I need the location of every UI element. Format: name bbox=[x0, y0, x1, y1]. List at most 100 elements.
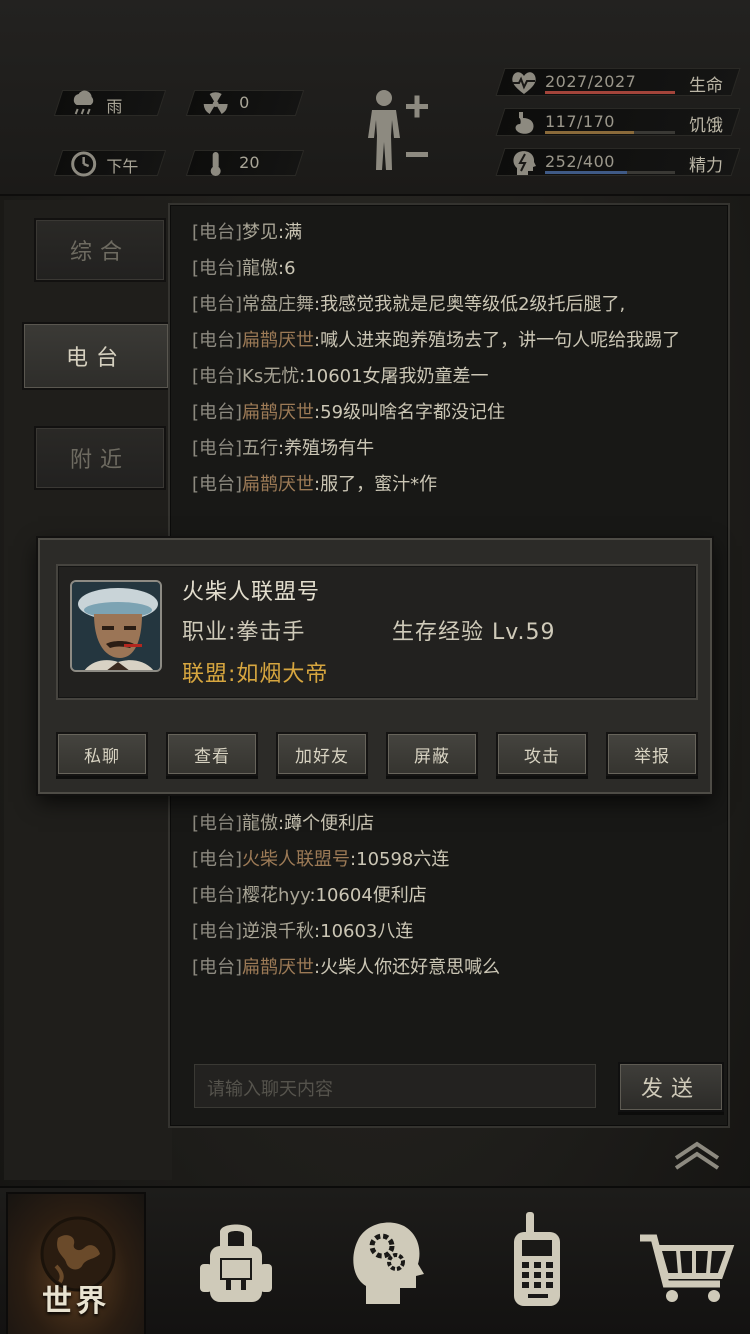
chat-message: [电台]梦见:满 bbox=[192, 215, 722, 251]
hunger-label: 饥饿 bbox=[689, 116, 723, 136]
bottom-nav: 世界 bbox=[0, 1186, 750, 1334]
sender-name[interactable]: 扁鹊厌世 bbox=[242, 474, 314, 495]
player-portrait-image bbox=[72, 582, 160, 670]
nav-world[interactable]: 世界 bbox=[6, 1192, 146, 1334]
tab-nearby-label: 附近 bbox=[69, 448, 130, 473]
message-text: :火柴人你还好意思喊么 bbox=[314, 957, 501, 978]
block-button[interactable]: 屏蔽 bbox=[386, 732, 478, 776]
sender-name[interactable]: 扁鹊厌世 bbox=[242, 330, 314, 351]
player-level: 生存经验 Lv.59 bbox=[392, 620, 556, 645]
sender-name[interactable]: 火柴人联盟号 bbox=[242, 849, 350, 870]
chat-message: [电台]逆浪千秋:10603八连 bbox=[192, 914, 722, 950]
stomach-icon bbox=[515, 112, 534, 134]
message-text: :10604便利店 bbox=[309, 885, 427, 906]
rain-cloud-icon bbox=[73, 90, 94, 115]
player-avatar bbox=[70, 580, 162, 672]
report-button[interactable]: 举报 bbox=[606, 732, 698, 776]
radiation-panel: 0 bbox=[185, 90, 305, 116]
player-name: 火柴人联盟号 bbox=[182, 580, 321, 605]
channel-tag: [电台] bbox=[192, 222, 243, 243]
sender-name[interactable]: Ks无忧 bbox=[242, 366, 299, 387]
channel-tag: [电台] bbox=[192, 258, 243, 279]
weather-value: 雨 bbox=[106, 97, 123, 116]
message-text: :10601女屠我奶童差一 bbox=[299, 366, 489, 387]
sender-name[interactable]: 梦见 bbox=[242, 222, 278, 243]
channel-tag: [电台] bbox=[192, 402, 243, 423]
nav-skills[interactable] bbox=[316, 1192, 456, 1334]
radiation-value: 0 bbox=[239, 93, 250, 112]
nav-world-label: 世界 bbox=[42, 1284, 110, 1319]
message-text: :蹲个便利店 bbox=[278, 813, 375, 834]
chat-message: [电台]樱花hyy:10604便利店 bbox=[192, 878, 722, 914]
nav-shop[interactable] bbox=[616, 1192, 750, 1334]
health-value: 2027/2027 bbox=[545, 72, 637, 91]
chat-input[interactable]: 请输入聊天内容 bbox=[194, 1064, 596, 1108]
chat-message: [电台]扁鹊厌世:喊人进来跑养殖场去了，讲一句人呢给我踢了 bbox=[192, 323, 722, 359]
channel-tag: [电台] bbox=[192, 294, 243, 315]
status-bar: 雨 0 下午 20 2027/2027 生命 117/170 饥饿 252/40… bbox=[0, 0, 750, 196]
message-text: :我感觉我就是尼奥等级低2级托后腿了, bbox=[314, 294, 626, 315]
chat-message: [电台]Ks无忧:10601女屠我奶童差一 bbox=[192, 359, 722, 395]
energy-head-icon bbox=[513, 151, 536, 175]
nav-radio[interactable] bbox=[466, 1192, 606, 1334]
chat-message: [电台]五行:养殖场有牛 bbox=[192, 431, 722, 467]
chat-message: [电台]龍傲:6 bbox=[192, 251, 722, 287]
heart-icon bbox=[512, 72, 536, 94]
sender-name[interactable]: 樱花hyy bbox=[242, 885, 309, 906]
channel-tag: [电台] bbox=[192, 885, 243, 906]
sender-name[interactable]: 逆浪千秋 bbox=[242, 921, 314, 942]
radiation-icon bbox=[203, 92, 228, 114]
chevron-up-icon[interactable] bbox=[672, 1140, 722, 1170]
channel-tag: [电台] bbox=[192, 438, 243, 459]
player-popup: 火柴人联盟号 职业:拳击手 生存经验 Lv.59 联盟:如烟大帝 私聊 查看 加… bbox=[38, 538, 712, 794]
sender-name[interactable]: 龍傲 bbox=[242, 813, 278, 834]
tab-radio-label: 电台 bbox=[65, 346, 126, 371]
message-text: :10603八连 bbox=[314, 921, 414, 942]
tab-general[interactable]: 综合 bbox=[34, 218, 166, 282]
body-status-icon[interactable] bbox=[362, 86, 434, 172]
hunger-value: 117/170 bbox=[545, 112, 615, 131]
tab-nearby[interactable]: 附近 bbox=[34, 426, 166, 490]
energy-label: 精力 bbox=[689, 156, 723, 176]
sender-name[interactable]: 扁鹊厌世 bbox=[242, 957, 314, 978]
attack-button[interactable]: 攻击 bbox=[496, 732, 588, 776]
message-text: :59级叫啥名字都没记住 bbox=[314, 402, 506, 423]
temperature-value: 20 bbox=[239, 153, 260, 172]
player-card: 火柴人联盟号 职业:拳击手 生存经验 Lv.59 联盟:如烟大帝 bbox=[56, 564, 698, 700]
chat-message: [电台]龍傲:蹲个便利店 bbox=[192, 806, 722, 842]
message-text: :10598六连 bbox=[350, 849, 450, 870]
shop-cart-icon bbox=[640, 1234, 735, 1302]
health-bar bbox=[545, 91, 675, 94]
sender-name[interactable]: 常盘庄舞 bbox=[242, 294, 314, 315]
message-text: :喊人进来跑养殖场去了，讲一句人呢给我踢了 bbox=[314, 330, 681, 351]
stat-health: 2027/2027 生命 bbox=[495, 68, 741, 96]
chat-message: [电台]扁鹊厌世:火柴人你还好意思喊么 bbox=[192, 950, 722, 986]
channel-tag: [电台] bbox=[192, 813, 243, 834]
sender-name[interactable]: 龍傲 bbox=[242, 258, 278, 279]
send-button[interactable]: 发送 bbox=[618, 1062, 724, 1112]
health-label: 生命 bbox=[689, 76, 723, 96]
channel-tag: [电台] bbox=[192, 474, 243, 495]
energy-value: 252/400 bbox=[545, 152, 615, 171]
backpack-icon bbox=[200, 1224, 272, 1302]
stat-energy: 252/400 精力 bbox=[495, 148, 741, 176]
chat-message: [电台]扁鹊厌世:59级叫啥名字都没记住 bbox=[192, 395, 722, 431]
nav-backpack[interactable] bbox=[166, 1192, 306, 1334]
channel-tag: [电台] bbox=[192, 921, 243, 942]
message-text: :服了，蜜汁*作 bbox=[314, 474, 438, 495]
tab-radio[interactable]: 电台 bbox=[22, 322, 170, 390]
chat-message: [电台]火柴人联盟号:10598六连 bbox=[192, 842, 722, 878]
chat-messages-top: [电台]梦见:满 [电台]龍傲:6 [电台]常盘庄舞:我感觉我就是尼奥等级低2级托后… bbox=[192, 215, 722, 503]
channel-tag: [电台] bbox=[192, 330, 243, 351]
channel-tag: [电台] bbox=[192, 366, 243, 387]
private-chat-button[interactable]: 私聊 bbox=[56, 732, 148, 776]
view-button[interactable]: 查看 bbox=[166, 732, 258, 776]
energy-bar bbox=[545, 171, 675, 174]
radio-icon bbox=[514, 1212, 560, 1306]
sender-name[interactable]: 扁鹊厌世 bbox=[242, 402, 314, 423]
tab-general-label: 综合 bbox=[69, 240, 130, 265]
sender-name[interactable]: 五行 bbox=[242, 438, 278, 459]
add-friend-button[interactable]: 加好友 bbox=[276, 732, 368, 776]
temperature-panel: 20 bbox=[185, 150, 305, 176]
player-union: 联盟:如烟大帝 bbox=[182, 662, 329, 687]
